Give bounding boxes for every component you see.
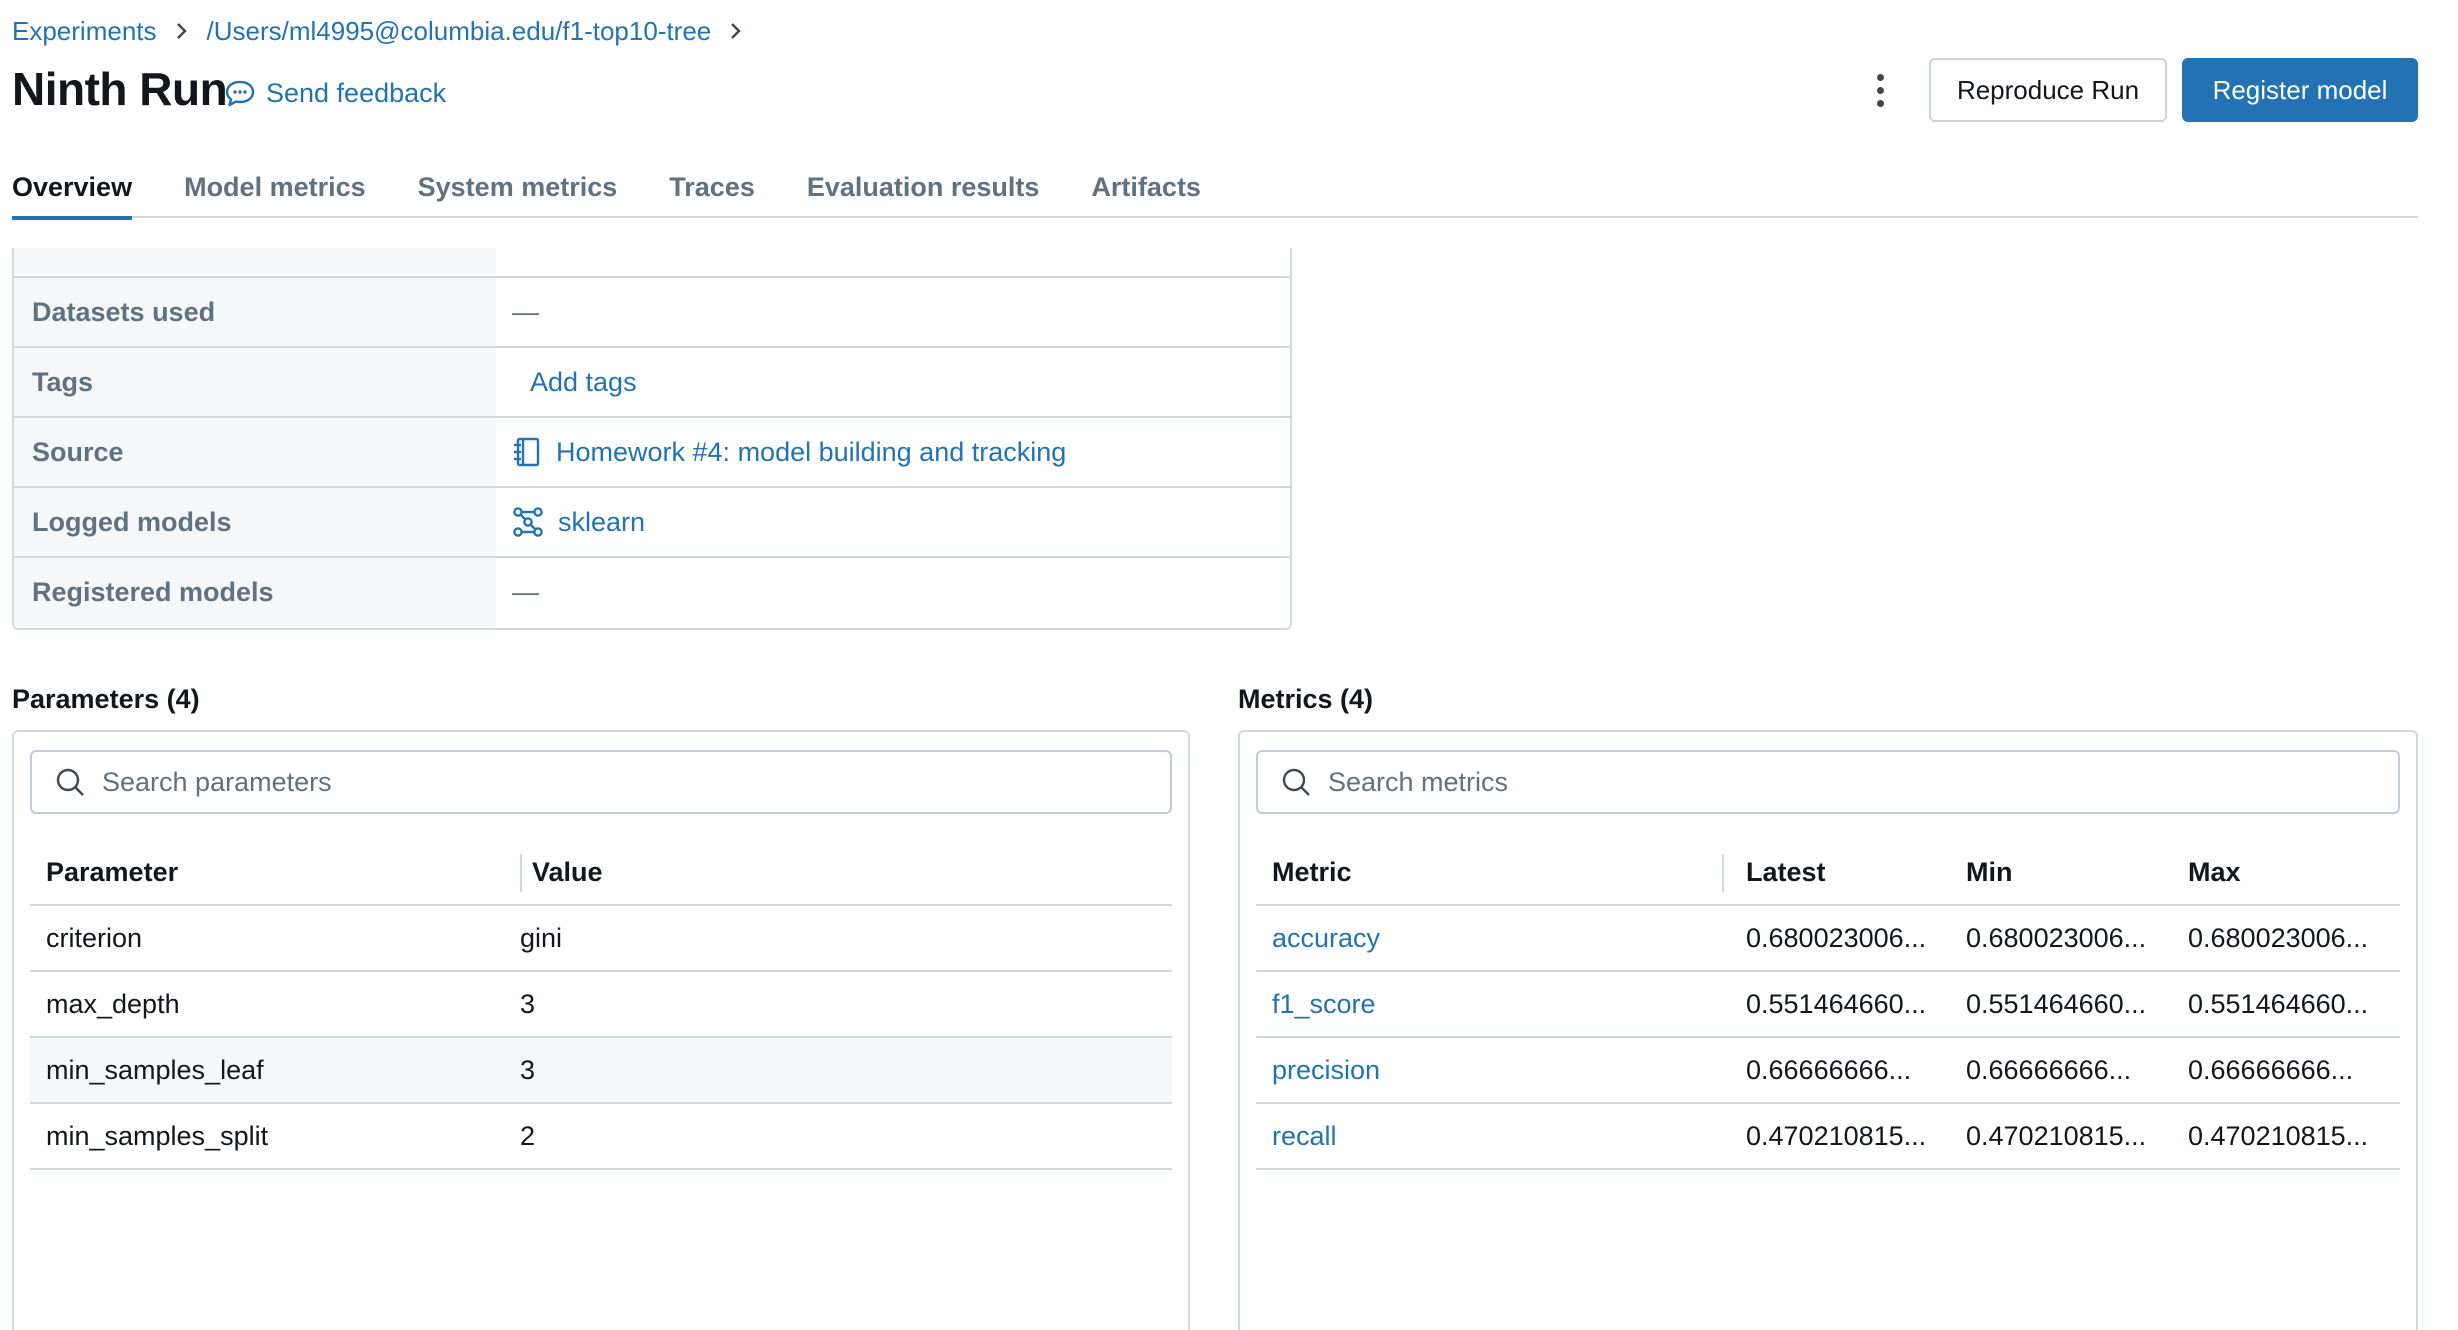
details-label: Registered models (14, 558, 496, 626)
details-label: Tags (14, 348, 496, 416)
table-row: min_samples_leaf 3 (30, 1038, 1172, 1104)
column-header-parameter[interactable]: Parameter (46, 857, 178, 888)
param-name: criterion (46, 922, 143, 953)
metric-min: 0.680023006... (1966, 922, 2147, 953)
column-header-metric[interactable]: Metric (1272, 857, 1352, 888)
metric-max: 0.680023006... (2188, 922, 2369, 953)
metric-link[interactable]: recall (1272, 1121, 1337, 1152)
table-row: recall 0.470210815... 0.470210815... 0.4… (1256, 1104, 2400, 1170)
param-value: gini (520, 922, 563, 953)
model-icon (512, 506, 544, 538)
tab-traces[interactable]: Traces (669, 168, 755, 218)
metric-latest: 0.66666666... (1746, 1054, 1912, 1085)
register-model-button[interactable]: Register model (2182, 58, 2418, 122)
details-row-duration: Duration 3.0s (14, 248, 1290, 274)
more-options-icon[interactable] (1862, 70, 1898, 110)
breadcrumb: Experiments /Users/ml4995@columbia.edu/f… (12, 14, 761, 48)
breadcrumb-experiment-path[interactable]: /Users/ml4995@columbia.edu/f1-top10-tree (207, 16, 712, 47)
details-row-datasets: Datasets used — (14, 276, 1290, 346)
chevron-right-icon[interactable] (721, 16, 751, 46)
details-label: Duration (14, 248, 496, 274)
tab-overview[interactable]: Overview (12, 168, 133, 220)
metrics-title: Metrics (4) (1238, 684, 1374, 714)
table-row: criterion gini (30, 906, 1172, 972)
tab-bar: Overview Model metrics System metrics Tr… (12, 168, 2418, 220)
details-label: Datasets used (14, 278, 496, 346)
metric-min: 0.66666666... (1966, 1054, 2132, 1085)
details-row-logged-models: Logged models sklearn (14, 486, 1290, 556)
tab-model-metrics[interactable]: Model metrics (184, 168, 366, 218)
search-metrics-field[interactable] (1256, 750, 2400, 814)
param-value: 3 (520, 1054, 536, 1085)
details-label: Source (14, 418, 496, 486)
table-row: precision 0.66666666... 0.66666666... 0.… (1256, 1038, 2400, 1104)
details-value: 3.0s (496, 248, 1290, 274)
source-notebook-link[interactable]: Homework #4: model building and tracking (556, 437, 1066, 468)
run-details-table: Duration 3.0s Datasets used — Tags Add t… (12, 248, 1292, 630)
tab-system-metrics[interactable]: System metrics (418, 168, 618, 218)
param-name: min_samples_leaf (46, 1054, 264, 1085)
tab-artifacts[interactable]: Artifacts (1091, 168, 1201, 218)
search-metrics-input[interactable] (1328, 766, 2398, 798)
send-feedback-label: Send feedback (266, 78, 447, 108)
table-header: Parameter Value (30, 840, 1172, 906)
column-header-min[interactable]: Min (1966, 857, 2013, 888)
breadcrumb-experiments[interactable]: Experiments (12, 16, 157, 47)
logged-model-link[interactable]: sklearn (558, 507, 645, 538)
details-row-registered-models: Registered models — (14, 556, 1290, 626)
reproduce-run-button[interactable]: Reproduce Run (1929, 58, 2167, 122)
param-name: max_depth (46, 988, 180, 1019)
metric-latest: 0.470210815... (1746, 1120, 1927, 1151)
column-header-latest[interactable]: Latest (1746, 857, 1826, 888)
parameters-title: Parameters (4) (12, 684, 200, 714)
page-title: Ninth Run (12, 63, 228, 115)
table-row: f1_score 0.551464660... 0.551464660... 0… (1256, 972, 2400, 1038)
parameters-table: Parameter Value criterion gini max_depth… (30, 840, 1172, 1170)
table-row: min_samples_split 2 (30, 1104, 1172, 1170)
details-row-source: Source Homework #4: model building and t… (14, 416, 1290, 486)
param-name: min_samples_split (46, 1120, 269, 1151)
metric-min: 0.470210815... (1966, 1120, 2147, 1151)
parameters-panel: Parameter Value criterion gini max_depth… (12, 730, 1190, 1330)
metric-max: 0.470210815... (2188, 1120, 2369, 1151)
table-row: accuracy 0.680023006... 0.680023006... 0… (1256, 906, 2400, 972)
table-header: Metric Latest Min Max (1256, 840, 2400, 906)
metric-max: 0.551464660... (2188, 988, 2369, 1019)
metric-latest: 0.680023006... (1746, 922, 1927, 953)
search-icon (54, 766, 102, 798)
send-feedback-link[interactable]: Send feedback (224, 78, 446, 109)
metric-max: 0.66666666... (2188, 1054, 2354, 1085)
param-value: 2 (520, 1120, 536, 1151)
column-header-max[interactable]: Max (2188, 857, 2241, 888)
details-row-tags: Tags Add tags (14, 346, 1290, 416)
search-parameters-input[interactable] (102, 766, 1170, 798)
chevron-right-icon (167, 16, 197, 46)
metric-min: 0.551464660... (1966, 988, 2147, 1019)
metric-link[interactable]: f1_score (1272, 989, 1376, 1020)
notebook-icon (512, 436, 542, 468)
metric-link[interactable]: precision (1272, 1055, 1380, 1086)
speech-bubble-icon (224, 79, 266, 109)
details-label: Logged models (14, 488, 496, 556)
metrics-table: Metric Latest Min Max accuracy 0.6800230… (1256, 840, 2400, 1170)
search-parameters-field[interactable] (30, 750, 1172, 814)
column-header-value[interactable]: Value (532, 857, 603, 888)
metric-link[interactable]: accuracy (1272, 923, 1380, 954)
param-value: 3 (520, 988, 536, 1019)
table-row: max_depth 3 (30, 972, 1172, 1038)
details-value: — (512, 296, 539, 327)
search-icon (1280, 766, 1328, 798)
tab-evaluation-results[interactable]: Evaluation results (807, 168, 1040, 218)
add-tags-link[interactable]: Add tags (530, 367, 637, 398)
metrics-panel: Metric Latest Min Max accuracy 0.6800230… (1238, 730, 2418, 1330)
metric-latest: 0.551464660... (1746, 988, 1927, 1019)
details-value: — (512, 576, 539, 607)
